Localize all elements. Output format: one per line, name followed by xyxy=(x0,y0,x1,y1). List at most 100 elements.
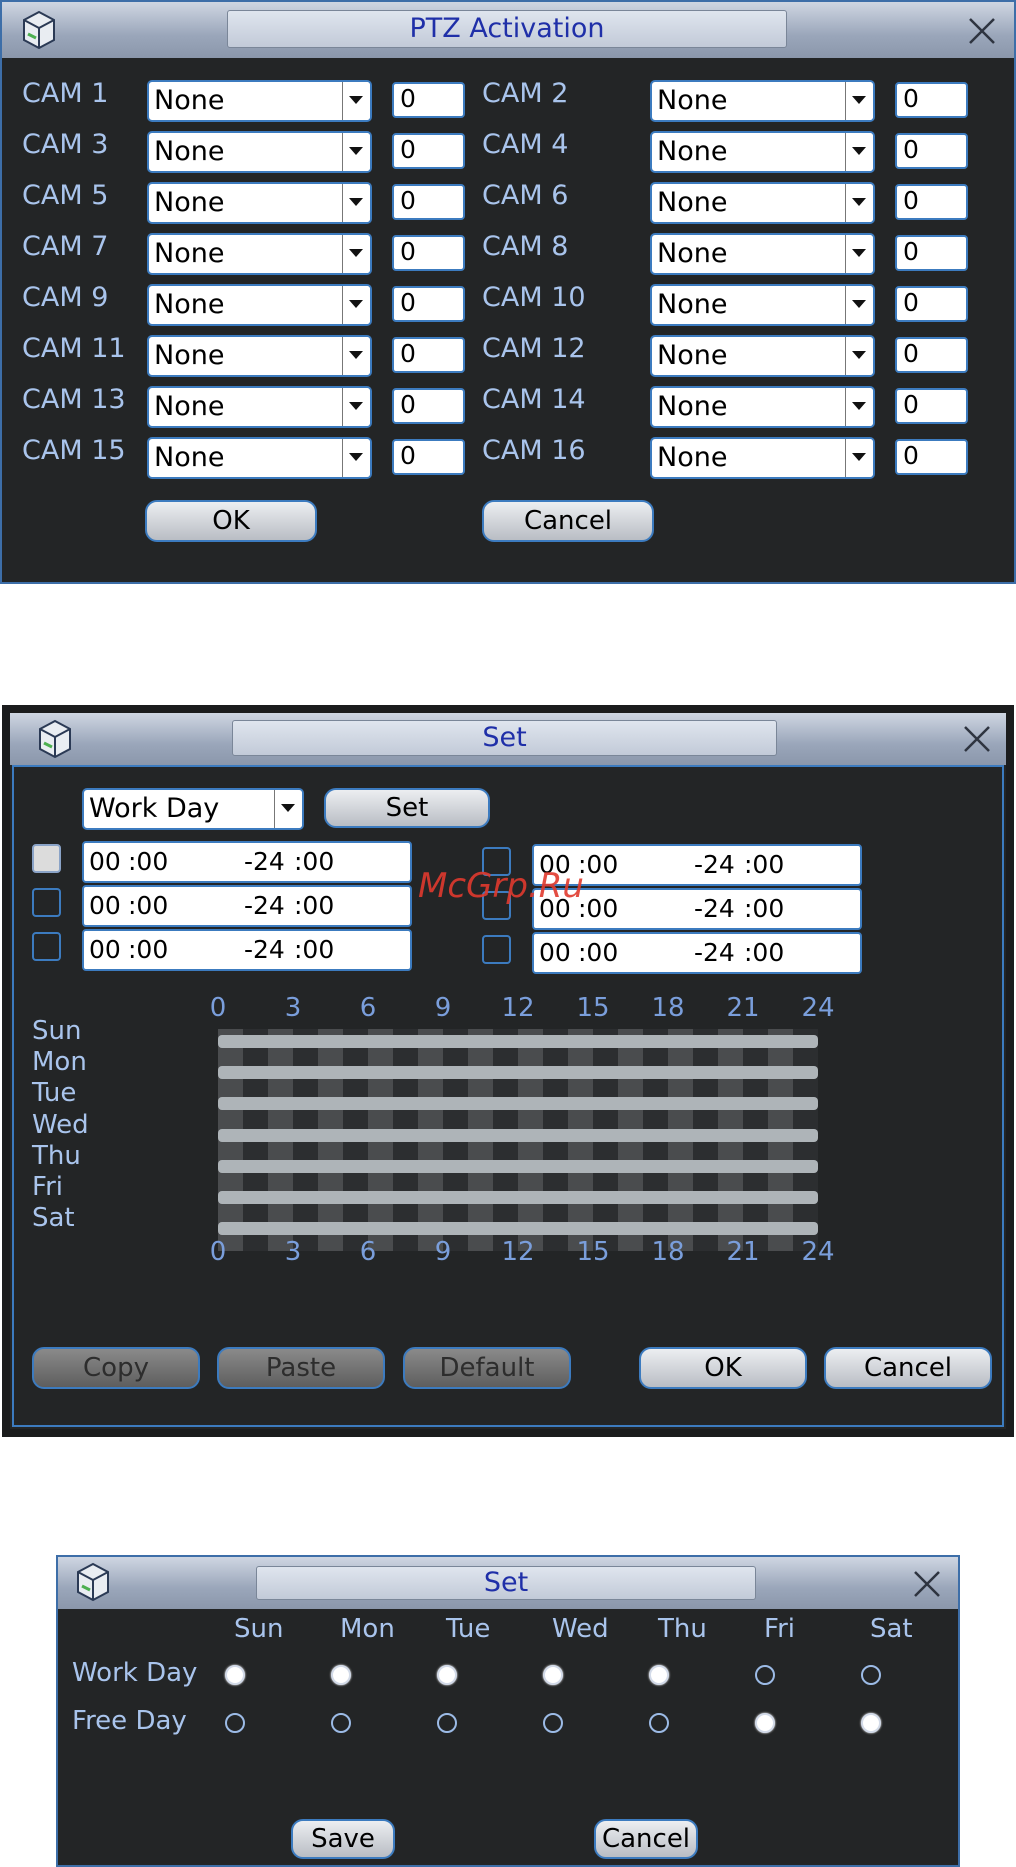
free-day-radio[interactable] xyxy=(861,1713,881,1733)
time-period-field[interactable]: 00:00 -24:00 xyxy=(82,929,412,971)
preset-number-input[interactable]: 0 xyxy=(392,337,465,373)
free-day-radio[interactable] xyxy=(543,1713,563,1733)
work-day-radio[interactable] xyxy=(755,1665,775,1685)
preset-select[interactable]: None xyxy=(650,335,875,377)
end-hour[interactable]: -24 xyxy=(694,934,735,972)
close-icon[interactable] xyxy=(960,722,994,756)
preset-select[interactable]: None xyxy=(650,233,875,275)
free-day-radio[interactable] xyxy=(225,1713,245,1733)
cancel-button[interactable]: Cancel xyxy=(482,500,654,542)
work-day-radio[interactable] xyxy=(543,1665,563,1685)
preset-number-input[interactable]: 0 xyxy=(895,184,968,220)
ok-button[interactable]: OK xyxy=(639,1347,807,1389)
free-day-radio[interactable] xyxy=(331,1713,351,1733)
preset-select[interactable]: None xyxy=(147,335,372,377)
start-hour[interactable]: 00 xyxy=(89,887,121,925)
start-hour[interactable]: 00 xyxy=(89,931,121,969)
default-button[interactable]: Default xyxy=(403,1347,571,1389)
schedule-bar-sun[interactable] xyxy=(218,1035,818,1048)
preset-number-input[interactable]: 0 xyxy=(895,235,968,271)
preset-number-input[interactable]: 0 xyxy=(392,439,465,475)
preset-select[interactable]: None xyxy=(650,386,875,428)
start-minute[interactable]: :00 xyxy=(578,890,618,928)
start-minute[interactable]: :00 xyxy=(128,843,168,881)
preset-select[interactable]: None xyxy=(147,386,372,428)
preset-number-input[interactable]: 0 xyxy=(392,235,465,271)
preset-select[interactable]: None xyxy=(147,182,372,224)
start-hour[interactable]: 00 xyxy=(89,843,121,881)
preset-select[interactable]: None xyxy=(650,182,875,224)
cancel-button[interactable]: Cancel xyxy=(594,1819,698,1859)
free-day-radio[interactable] xyxy=(437,1713,457,1733)
preset-number-input[interactable]: 0 xyxy=(392,286,465,322)
start-minute[interactable]: :00 xyxy=(128,887,168,925)
schedule-bar-wed[interactable] xyxy=(218,1128,818,1142)
end-minute[interactable]: :00 xyxy=(744,890,784,928)
end-minute[interactable]: :00 xyxy=(294,931,334,969)
period-enable-checkbox[interactable] xyxy=(482,935,511,964)
end-minute[interactable]: :00 xyxy=(294,887,334,925)
preset-select[interactable]: None xyxy=(650,437,875,479)
paste-button[interactable]: Paste xyxy=(217,1347,385,1389)
preset-select[interactable]: None xyxy=(147,437,372,479)
close-icon[interactable] xyxy=(965,14,999,48)
preset-value: None xyxy=(154,187,225,218)
end-hour[interactable]: -24 xyxy=(244,843,285,881)
time-period-field[interactable]: 00:00 -24:00 xyxy=(532,932,862,974)
preset-number-input[interactable]: 0 xyxy=(895,82,968,118)
end-hour[interactable]: -24 xyxy=(694,846,735,884)
preset-number-input[interactable]: 0 xyxy=(895,439,968,475)
free-day-radio[interactable] xyxy=(755,1713,775,1733)
cancel-button[interactable]: Cancel xyxy=(824,1347,992,1389)
preset-number-input[interactable]: 0 xyxy=(392,82,465,118)
close-icon[interactable] xyxy=(910,1567,944,1601)
end-minute[interactable]: :00 xyxy=(744,846,784,884)
work-day-radio[interactable] xyxy=(225,1665,245,1685)
save-button[interactable]: Save xyxy=(291,1819,395,1859)
free-day-radio[interactable] xyxy=(649,1713,669,1733)
schedule-bar-mon[interactable] xyxy=(218,1066,818,1080)
end-hour[interactable]: -24 xyxy=(694,890,735,928)
start-minute[interactable]: :00 xyxy=(128,931,168,969)
schedule-bar-thu[interactable] xyxy=(218,1159,818,1173)
time-period-field[interactable]: 00:00 -24:00 xyxy=(82,841,412,883)
preset-number-input[interactable]: 0 xyxy=(392,184,465,220)
preset-number-input[interactable]: 0 xyxy=(392,133,465,169)
work-day-radio[interactable] xyxy=(437,1665,457,1685)
preset-select[interactable]: None xyxy=(650,284,875,326)
preset-select[interactable]: None xyxy=(650,131,875,173)
copy-button[interactable]: Copy xyxy=(32,1347,200,1389)
preset-number-input[interactable]: 0 xyxy=(392,388,465,424)
end-minute[interactable]: :00 xyxy=(744,934,784,972)
set-button[interactable]: Set xyxy=(324,788,490,828)
schedule-grid[interactable] xyxy=(218,1029,818,1252)
start-hour[interactable]: 00 xyxy=(539,934,571,972)
day-type-select[interactable]: Work Day xyxy=(82,788,304,830)
end-hour[interactable]: -24 xyxy=(244,887,285,925)
preset-select[interactable]: None xyxy=(147,131,372,173)
end-minute[interactable]: :00 xyxy=(294,843,334,881)
schedule-bar-sat[interactable] xyxy=(218,1222,818,1236)
work-day-radio[interactable] xyxy=(649,1665,669,1685)
period-enable-checkbox[interactable] xyxy=(32,888,61,917)
preset-select[interactable]: None xyxy=(147,284,372,326)
preset-number-input[interactable]: 0 xyxy=(895,337,968,373)
preset-number-input[interactable]: 0 xyxy=(895,388,968,424)
work-day-radio[interactable] xyxy=(861,1665,881,1685)
preset-number-input[interactable]: 0 xyxy=(895,133,968,169)
start-minute[interactable]: :00 xyxy=(578,846,618,884)
schedule-set-dialog: Set Work Day Set 00:00 -24:00 00:00 -24:00 0… xyxy=(2,705,1014,1437)
time-period-field[interactable]: 00:00 -24:00 xyxy=(82,885,412,927)
schedule-bar-tue[interactable] xyxy=(218,1097,818,1111)
work-day-radio[interactable] xyxy=(331,1665,351,1685)
schedule-bar-fri[interactable] xyxy=(218,1191,818,1204)
period-enable-checkbox[interactable] xyxy=(32,932,61,961)
preset-select[interactable]: None xyxy=(147,80,372,122)
preset-number-input[interactable]: 0 xyxy=(895,286,968,322)
period-enable-checkbox[interactable] xyxy=(32,844,61,873)
end-hour[interactable]: -24 xyxy=(244,931,285,969)
ok-button[interactable]: OK xyxy=(145,500,317,542)
preset-select[interactable]: None xyxy=(650,80,875,122)
preset-select[interactable]: None xyxy=(147,233,372,275)
start-minute[interactable]: :00 xyxy=(578,934,618,972)
